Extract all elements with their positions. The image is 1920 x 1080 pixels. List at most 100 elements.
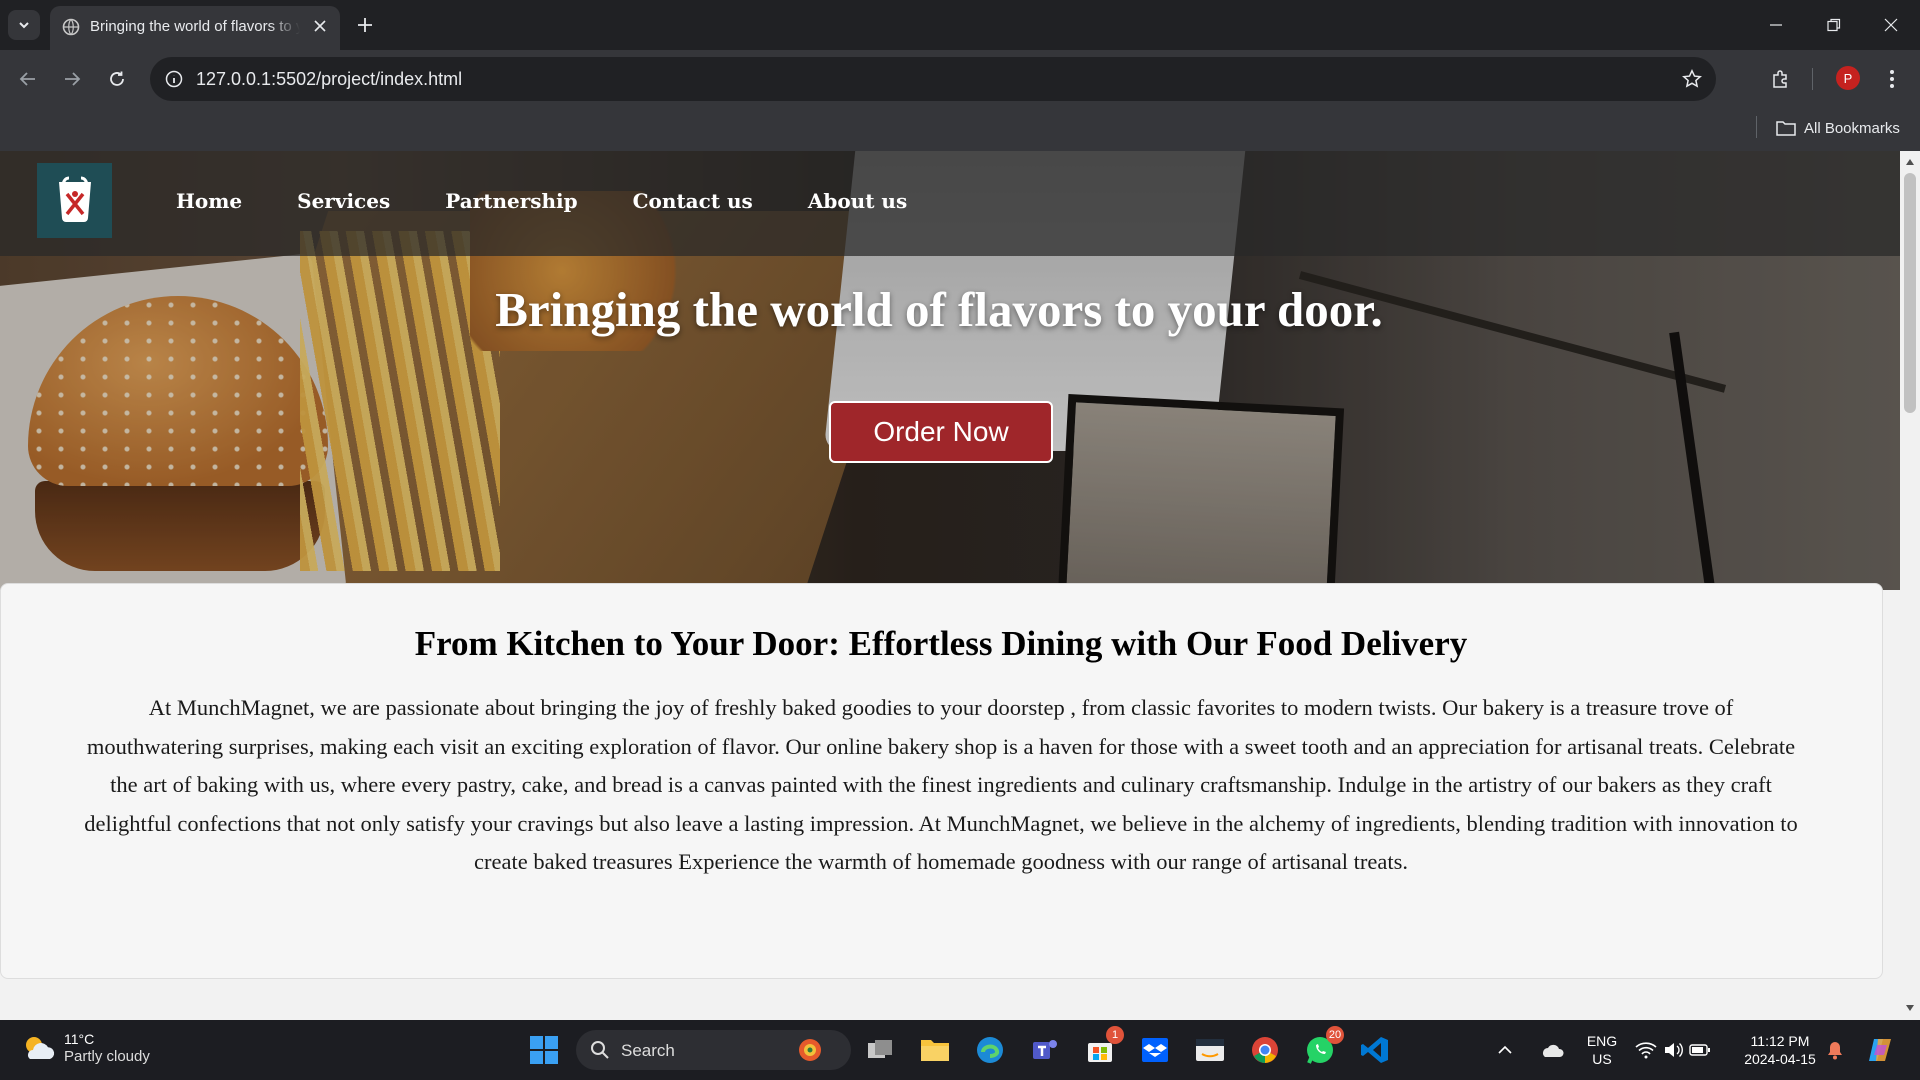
order-now-button[interactable]: Order Now bbox=[829, 401, 1053, 463]
battery-icon bbox=[1689, 1044, 1710, 1056]
chrome-icon bbox=[1252, 1037, 1278, 1063]
clock[interactable]: 11:12 PM 2024-04-15 bbox=[1730, 1032, 1830, 1068]
store-button[interactable]: 1 bbox=[1080, 1026, 1124, 1070]
teams-icon bbox=[1033, 1040, 1057, 1059]
toolbar-divider bbox=[1812, 68, 1813, 90]
chevron-up-icon bbox=[1498, 1045, 1512, 1054]
notifications-button[interactable] bbox=[1822, 1030, 1848, 1070]
all-bookmarks-label: All Bookmarks bbox=[1804, 119, 1900, 137]
cloud-icon bbox=[1543, 1044, 1564, 1057]
profile-avatar[interactable]: P bbox=[1836, 66, 1860, 90]
extensions-button[interactable] bbox=[1765, 63, 1797, 95]
tab-search-button[interactable] bbox=[8, 10, 40, 40]
tray-overflow-button[interactable] bbox=[1492, 1030, 1518, 1070]
close-icon bbox=[1884, 18, 1898, 32]
close-icon bbox=[314, 20, 326, 32]
site-navbar: Home Services Partnership Contact us Abo… bbox=[0, 151, 1900, 256]
start-button[interactable] bbox=[524, 1030, 564, 1070]
scroll-down-icon[interactable] bbox=[1905, 1003, 1915, 1013]
about-section: From Kitchen to Your Door: Effortless Di… bbox=[0, 583, 1883, 979]
arrow-right-icon bbox=[65, 72, 81, 86]
browser-toolbar: 127.0.0.1:5502/project/index.html bbox=[0, 50, 1920, 108]
bookmarks-bar: All Bookmarks bbox=[0, 108, 1920, 151]
copilot-button[interactable] bbox=[1860, 1030, 1900, 1070]
scroll-up-icon[interactable] bbox=[1905, 157, 1915, 167]
task-view-icon bbox=[868, 1040, 892, 1058]
site-info-icon[interactable] bbox=[162, 67, 186, 91]
nav-contact-us[interactable]: Contact us bbox=[633, 189, 753, 213]
reload-button[interactable] bbox=[101, 63, 133, 95]
quick-settings-button[interactable] bbox=[1632, 1030, 1714, 1070]
edge-icon bbox=[977, 1037, 1003, 1063]
back-button[interactable] bbox=[12, 63, 44, 95]
arrow-left-icon bbox=[19, 72, 35, 86]
whatsapp-badge: 20 bbox=[1326, 1026, 1344, 1044]
tab-title: Bringing the world of flavors to your do… bbox=[90, 18, 300, 35]
reload-icon bbox=[110, 71, 124, 86]
forward-button[interactable] bbox=[56, 63, 88, 95]
nav-about-us[interactable]: About us bbox=[808, 189, 907, 213]
whatsapp-button[interactable]: 20 bbox=[1300, 1026, 1344, 1070]
edge-button[interactable] bbox=[970, 1030, 1010, 1070]
partly-cloudy-icon bbox=[26, 1037, 55, 1059]
search-icon bbox=[591, 1041, 609, 1059]
folder-icon bbox=[1776, 121, 1796, 136]
teams-button[interactable] bbox=[1025, 1030, 1065, 1070]
folder-icon bbox=[921, 1040, 949, 1061]
tab-close-button[interactable] bbox=[308, 14, 332, 38]
wifi-icon bbox=[1635, 1042, 1657, 1059]
minimize-button[interactable] bbox=[1758, 10, 1794, 40]
nav-partnership[interactable]: Partnership bbox=[445, 189, 577, 213]
nav-home[interactable]: Home bbox=[176, 189, 242, 213]
more-vert-icon bbox=[1890, 70, 1894, 88]
weather-widget[interactable]: 11°C Partly cloudy bbox=[20, 1030, 150, 1066]
vscode-button[interactable] bbox=[1355, 1030, 1395, 1070]
weather-description: Partly cloudy bbox=[64, 1048, 150, 1065]
dropbox-button[interactable] bbox=[1135, 1030, 1175, 1070]
restore-icon bbox=[1827, 18, 1841, 32]
search-highlight-icon bbox=[799, 1039, 821, 1061]
language-code: ENG bbox=[1586, 1033, 1618, 1049]
language-indicator[interactable]: ENG US bbox=[1580, 1032, 1624, 1068]
globe-icon bbox=[62, 18, 80, 36]
file-explorer-button[interactable] bbox=[915, 1030, 955, 1070]
site-logo[interactable] bbox=[37, 163, 112, 238]
minimize-icon bbox=[1770, 24, 1782, 26]
new-tab-button[interactable] bbox=[352, 12, 378, 38]
vscode-icon bbox=[1361, 1037, 1388, 1063]
restore-button[interactable] bbox=[1816, 10, 1852, 40]
menu-button[interactable] bbox=[1876, 63, 1908, 95]
address-bar[interactable]: 127.0.0.1:5502/project/index.html bbox=[150, 57, 1716, 101]
page-scrollbar[interactable] bbox=[1900, 151, 1920, 1020]
chrome-button[interactable] bbox=[1245, 1030, 1285, 1070]
onedrive-button[interactable] bbox=[1535, 1030, 1569, 1070]
dropbox-icon bbox=[1142, 1038, 1168, 1062]
bell-icon bbox=[1828, 1042, 1842, 1060]
chevron-down-icon bbox=[19, 22, 29, 29]
search-label: Search bbox=[621, 1041, 675, 1060]
fork-knife-logo-icon bbox=[58, 176, 91, 222]
region-code: US bbox=[1592, 1051, 1612, 1067]
store-badge: 1 bbox=[1106, 1026, 1124, 1044]
plus-icon bbox=[358, 18, 372, 32]
hero-title: Bringing the world of flavors to your do… bbox=[495, 282, 1383, 337]
amazon-button[interactable] bbox=[1190, 1030, 1230, 1070]
close-window-button[interactable] bbox=[1873, 10, 1909, 40]
bookmarks-divider bbox=[1756, 116, 1757, 138]
bookmark-star-icon[interactable] bbox=[1680, 67, 1704, 91]
clock-time: 11:12 PM bbox=[1750, 1033, 1810, 1049]
scroll-thumb[interactable] bbox=[1904, 173, 1916, 413]
windows-logo-icon bbox=[530, 1036, 558, 1064]
url-text[interactable]: 127.0.0.1:5502/project/index.html bbox=[196, 69, 462, 90]
amazon-icon bbox=[1196, 1039, 1224, 1061]
nav-links: Home Services Partnership Contact us Abo… bbox=[176, 189, 907, 213]
nav-services[interactable]: Services bbox=[297, 189, 390, 213]
task-view-button[interactable] bbox=[860, 1030, 900, 1070]
volume-icon bbox=[1665, 1042, 1683, 1058]
page-viewport: Home Services Partnership Contact us Abo… bbox=[0, 151, 1900, 1020]
all-bookmarks-button[interactable]: All Bookmarks bbox=[1776, 116, 1900, 140]
weather-temperature: 11°C bbox=[64, 1031, 95, 1047]
browser-tab[interactable]: Bringing the world of flavors to your do… bbox=[50, 6, 340, 50]
windows-taskbar: 11°C Partly cloudy Search 1 20 ENG US 11… bbox=[0, 1020, 1920, 1080]
taskbar-search[interactable]: Search bbox=[576, 1030, 851, 1070]
